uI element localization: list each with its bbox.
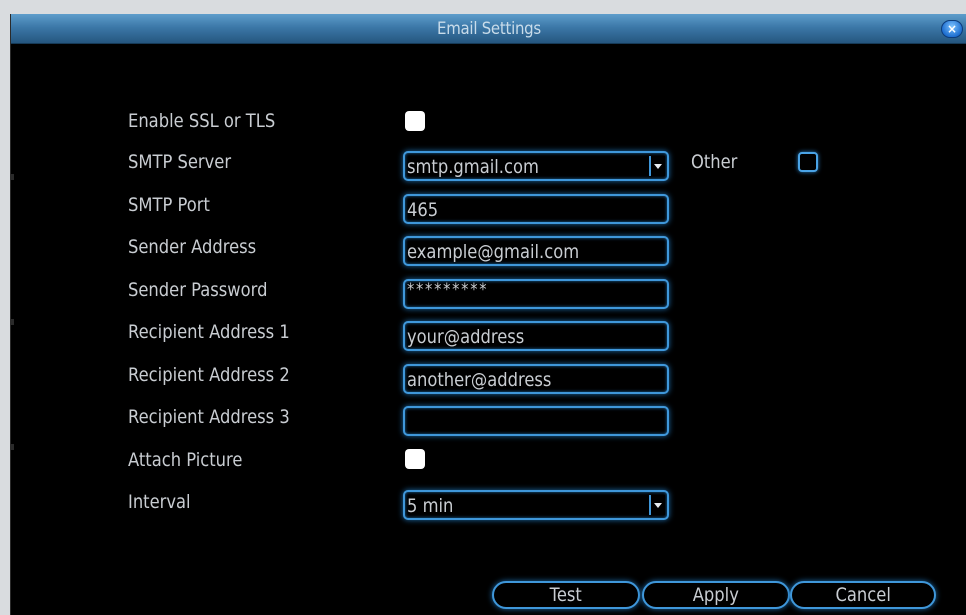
- recipient-address-1-value: your@address: [407, 326, 525, 348]
- interval-dropdown[interactable]: 5 min: [403, 490, 669, 520]
- sender-address-label: Sender Address: [128, 236, 257, 258]
- cancel-button-label: Cancel: [835, 584, 891, 606]
- smtp-server-dropdown[interactable]: smtp.gmail.com: [403, 151, 669, 181]
- enable-ssl-checkbox[interactable]: [405, 111, 425, 131]
- close-icon[interactable]: ×: [941, 20, 963, 38]
- other-checkbox[interactable]: [798, 152, 818, 172]
- smtp-port-input[interactable]: 465: [403, 194, 669, 224]
- recipient-address-3-input[interactable]: [403, 406, 669, 436]
- interval-value: 5 min: [407, 495, 454, 517]
- interval-label: Interval: [128, 491, 191, 513]
- edge-mark: [11, 444, 14, 450]
- enable-ssl-label: Enable SSL or TLS: [128, 110, 276, 132]
- email-settings-dialog: Email Settings × Enable SSL or TLS SMTP …: [10, 14, 966, 615]
- attach-picture-checkbox[interactable]: [405, 449, 425, 469]
- test-button-label: Test: [549, 584, 583, 606]
- chevron-down-icon[interactable]: [649, 495, 665, 515]
- other-label: Other: [691, 151, 738, 173]
- smtp-port-label: SMTP Port: [128, 194, 210, 216]
- recipient-address-1-label: Recipient Address 1: [128, 321, 290, 343]
- apply-button-label: Apply: [692, 584, 740, 606]
- sender-address-input[interactable]: example@gmail.com: [403, 236, 669, 266]
- smtp-server-value: smtp.gmail.com: [407, 156, 539, 178]
- smtp-server-label: SMTP Server: [128, 151, 232, 173]
- sender-address-value: example@gmail.com: [407, 241, 580, 263]
- edge-mark: [11, 319, 14, 325]
- test-button[interactable]: Test: [492, 581, 640, 609]
- recipient-address-2-input[interactable]: another@address: [403, 364, 669, 394]
- dialog-title: Email Settings: [437, 19, 541, 39]
- sender-password-value: *********: [407, 280, 489, 300]
- sender-password-label: Sender Password: [128, 279, 268, 301]
- sender-password-input[interactable]: *********: [403, 279, 669, 309]
- attach-picture-label: Attach Picture: [128, 449, 243, 471]
- apply-button[interactable]: Apply: [642, 581, 790, 609]
- smtp-port-value: 465: [407, 199, 439, 221]
- recipient-address-3-label: Recipient Address 3: [128, 406, 290, 428]
- cancel-button[interactable]: Cancel: [790, 581, 936, 609]
- recipient-address-1-input[interactable]: your@address: [403, 321, 669, 351]
- chevron-down-icon[interactable]: [649, 156, 665, 176]
- title-bar[interactable]: Email Settings ×: [11, 14, 966, 44]
- recipient-address-2-value: another@address: [407, 369, 552, 391]
- recipient-address-2-label: Recipient Address 2: [128, 364, 290, 386]
- edge-mark: [11, 174, 14, 180]
